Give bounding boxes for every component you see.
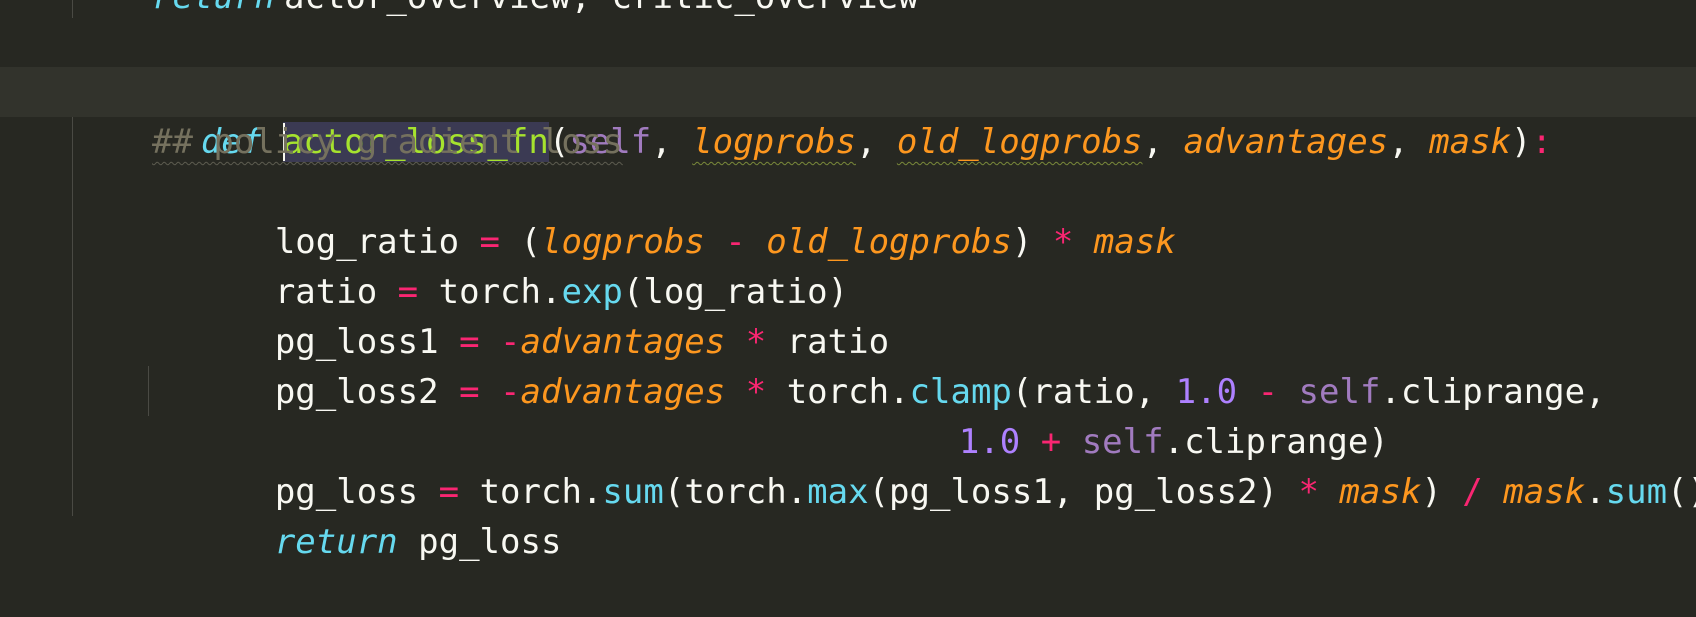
code-line-return[interactable]: return pg_loss (0, 467, 1696, 562)
code-line-ratio[interactable]: ratio = torch.exp(log_ratio) (0, 217, 1696, 312)
code-line-pg-loss2[interactable]: pg_loss2 = -advantages * torch.clamp(rat… (0, 317, 1696, 412)
code-editor[interactable]: return actor_overview, critic_overview d… (0, 0, 1696, 588)
comment-text: ## policy gradient loss (152, 122, 623, 162)
code-line-pg-loss1[interactable]: pg_loss1 = -advantages * ratio (0, 267, 1696, 362)
code-line-pg-loss2-cont[interactable]: 1.0 + self.cliprange) (0, 367, 1696, 462)
return-value: pg_loss (418, 522, 562, 562)
code-line-return-overview[interactable]: return actor_overview, critic_overview (0, 0, 1696, 24)
return-keyword: return (152, 0, 275, 24)
code-line-comment[interactable]: ## policy gradient loss (0, 117, 1696, 167)
code-line-pg-loss[interactable]: pg_loss = torch.sum(torch.max(pg_loss1, … (0, 417, 1696, 512)
return-keyword: return (274, 522, 398, 562)
code-line-def[interactable]: def actor_loss_fn(self, logprobs, old_lo… (0, 67, 1696, 162)
code-line-log-ratio[interactable]: log_ratio = (logprobs - old_logprobs) * … (0, 167, 1696, 262)
return-value: actor_overview, critic_overview (284, 0, 919, 24)
